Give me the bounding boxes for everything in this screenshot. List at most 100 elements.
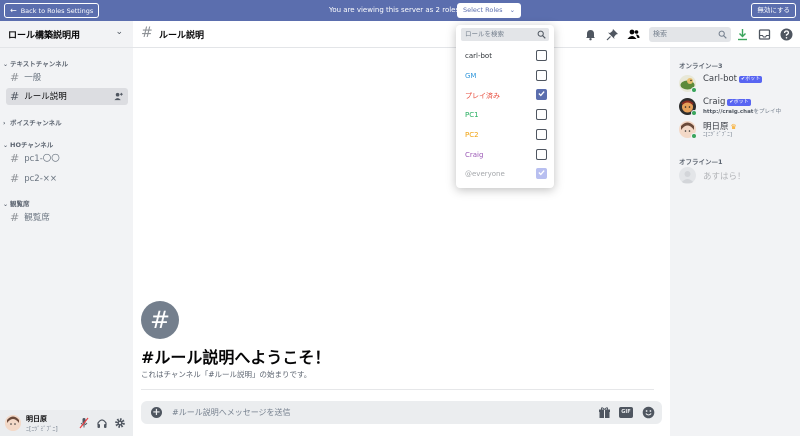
user-status: ﾆ[ﾆﾂﾞﾐﾞﾌﾞﾆ] xyxy=(26,426,58,433)
channel-label: 一般 xyxy=(24,73,42,83)
search-input[interactable]: 検索 xyxy=(649,27,731,42)
channel-hash-icon: # xyxy=(141,301,179,339)
role-search-input[interactable]: ロールを検索 xyxy=(461,28,549,41)
help-icon[interactable] xyxy=(780,28,793,41)
checkmark-icon xyxy=(538,91,545,97)
message-placeholder: #ルール説明へメッセージを送信 xyxy=(172,408,291,417)
gear-icon[interactable] xyxy=(114,417,126,429)
welcome-subtitle: これはチャンネル「#ルール説明」の始まりです。 xyxy=(141,370,312,379)
member-name: あすはら！ xyxy=(703,172,746,182)
role-checkbox[interactable] xyxy=(536,128,547,140)
category-label: ボイスチャンネル xyxy=(10,119,62,127)
welcome-title: #ルール説明へようこそ！ xyxy=(141,348,331,367)
avatar[interactable] xyxy=(5,415,21,431)
role-picker-popup: ロールを検索 carl-bot GM プレイ済み PC1 PC2 Craig @everyo… xyxy=(456,25,554,188)
role-name: @everyone xyxy=(465,170,505,179)
inbox-icon[interactable] xyxy=(758,28,771,41)
channel-label: ルール説明 xyxy=(24,92,67,102)
role-checkbox[interactable] xyxy=(536,69,547,81)
select-roles-label: Select Roles xyxy=(463,6,503,14)
select-roles-button[interactable]: Select Roles ⌄ xyxy=(457,3,522,18)
role-option[interactable]: PC1 xyxy=(461,107,549,123)
category-label: 観覧席 xyxy=(10,200,30,208)
member-name: Carl-bot ✔ボット xyxy=(703,74,763,84)
emoji-icon[interactable] xyxy=(642,406,655,419)
role-checkbox[interactable] xyxy=(536,109,547,121)
member-craig[interactable]: Craig ✔ボット http://craig.chatをプレイ中 xyxy=(679,96,797,118)
category-text-channels[interactable]: ⌄ テキストチャンネル xyxy=(3,58,68,68)
online-status-icon xyxy=(691,133,697,139)
role-name: Craig xyxy=(465,150,484,159)
member-carl-bot[interactable]: Carl-bot ✔ボット xyxy=(679,73,797,95)
pin-icon[interactable] xyxy=(606,28,619,41)
category-label: HOチャンネル xyxy=(10,141,54,149)
chevron-down-icon: ⌄ xyxy=(115,27,123,37)
online-category-label: オンライン—3 xyxy=(679,62,723,70)
role-option: @everyone xyxy=(461,166,549,182)
avatar xyxy=(679,167,696,184)
channel-label: pc1-〇〇 xyxy=(24,154,60,164)
member-activity: http://craig.chatをプレイ中 xyxy=(703,109,781,115)
search-icon xyxy=(718,30,727,39)
attach-plus-icon[interactable]: + xyxy=(151,407,162,418)
role-checkbox[interactable] xyxy=(536,148,547,160)
search-placeholder: 検索 xyxy=(653,30,667,38)
category-label: テキストチャンネル xyxy=(10,60,69,68)
bell-icon[interactable] xyxy=(584,28,597,41)
channel-label: pc2-×× xyxy=(24,174,58,184)
channel-pc1[interactable]: # pc1-〇〇 xyxy=(6,150,128,167)
member-name: Craig ✔ボット xyxy=(703,97,751,107)
role-option[interactable]: GM xyxy=(461,68,549,84)
back-button-label: Back to Roles Settings xyxy=(20,7,94,15)
role-checkbox[interactable] xyxy=(536,50,547,61)
category-audience[interactable]: ⌄ 観覧席 xyxy=(3,198,30,208)
role-checkbox xyxy=(536,168,547,180)
category-voice-channels[interactable]: › ボイスチャンネル xyxy=(3,117,62,127)
channel-pc2[interactable]: # pc2-×× xyxy=(6,170,128,187)
role-name: carl-bot xyxy=(465,52,492,60)
headphones-icon[interactable] xyxy=(96,417,108,429)
gif-button[interactable]: GIF xyxy=(619,407,633,418)
role-option[interactable]: PC2 xyxy=(461,127,549,143)
channel-label: 観覧席 xyxy=(24,213,50,223)
category-ho-channels[interactable]: ⌄ HOチャンネル xyxy=(3,139,53,149)
text-channel-icon: # xyxy=(10,211,20,224)
member-asuhara[interactable]: 明日原 ♛ ﾆ[ﾆﾂﾞﾐﾞﾌﾞﾆ] xyxy=(679,119,797,141)
chevron-down-icon: ⌄ xyxy=(3,61,9,68)
role-name: GM xyxy=(465,71,477,80)
member-custom-status: ﾆ[ﾆﾂﾞﾐﾞﾌﾞﾆ] xyxy=(703,132,733,138)
channel-rules[interactable]: # ルール説明 xyxy=(6,88,128,105)
user-name: 明日原 xyxy=(26,415,47,423)
invite-member-icon[interactable] xyxy=(114,92,123,101)
member-list-icon[interactable] xyxy=(627,28,640,41)
microphone-muted-icon[interactable] xyxy=(78,417,90,429)
chevron-down-icon: ⌄ xyxy=(509,6,516,14)
chevron-right-icon: › xyxy=(3,120,6,127)
text-channel-icon: # xyxy=(10,90,20,103)
role-checkbox[interactable] xyxy=(536,89,547,101)
role-search-placeholder: ロールを検索 xyxy=(465,30,504,38)
server-header[interactable]: ロール構築説明用 ⌄ xyxy=(0,21,133,48)
role-option[interactable]: Craig xyxy=(461,147,549,163)
message-input[interactable]: + #ルール説明へメッセージを送信 GIF xyxy=(141,401,662,424)
divider xyxy=(141,389,654,390)
role-name: PC1 xyxy=(465,111,479,120)
disable-button[interactable]: 無効にする xyxy=(751,3,796,18)
role-option[interactable]: プレイ済み xyxy=(461,87,549,103)
channel-general[interactable]: # 一般 xyxy=(6,69,128,86)
member-list: オンライン—3 Carl-bot ✔ボット Craig ✔ボット http://cr… xyxy=(670,48,800,436)
download-icon[interactable] xyxy=(736,28,749,41)
member-offline-asuhara[interactable]: あすはら！ xyxy=(679,165,797,187)
checkmark-icon xyxy=(538,170,545,176)
role-option[interactable]: carl-bot xyxy=(461,48,549,64)
bot-badge: ✔ボット xyxy=(727,99,751,106)
chevron-down-icon: ⌄ xyxy=(3,142,9,149)
channel-audience[interactable]: # 観覧席 xyxy=(6,209,128,226)
search-icon xyxy=(537,30,546,39)
gift-icon[interactable] xyxy=(598,406,611,419)
role-name: PC2 xyxy=(465,130,479,139)
channel-sidebar: ロール構築説明用 ⌄ ⌄ テキストチャンネル # 一般 # ルール説明 › ボイスチャン… xyxy=(0,21,133,436)
banner-message: You are viewing this server as 2 roles. xyxy=(329,6,462,14)
back-to-roles-settings-button[interactable]: ← Back to Roles Settings xyxy=(4,3,100,18)
server-name: ロール構築説明用 xyxy=(8,31,81,41)
